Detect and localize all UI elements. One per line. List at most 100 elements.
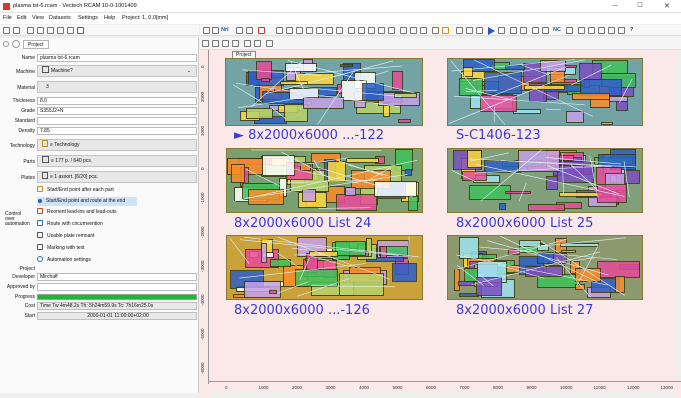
export-nc-icon[interactable] <box>566 27 573 34</box>
paste-icon[interactable] <box>246 27 253 34</box>
parts-button[interactable]: ≡ 177 p. / 640 pcs. <box>37 155 197 167</box>
layers-icon[interactable] <box>388 27 395 34</box>
plate-1-label: ► 8x2000x6000 ...-122 <box>234 128 384 143</box>
standard-field[interactable] <box>37 117 197 125</box>
machine-icon[interactable] <box>542 27 549 34</box>
option-start-end-route-end[interactable]: Start/End point and route at the end <box>37 197 137 206</box>
save-icon[interactable] <box>27 27 34 34</box>
plate-3[interactable] <box>226 148 423 213</box>
undo-icon[interactable] <box>203 27 210 34</box>
zoom-fit-icon[interactable] <box>316 27 323 34</box>
toolbar-nc-label[interactable]: NC <box>553 27 561 33</box>
open-file-icon[interactable] <box>13 27 20 34</box>
technology-button[interactable]: ≡ Technology <box>37 139 197 151</box>
maximize-button[interactable]: ☐ <box>630 1 650 12</box>
mirror-icon[interactable] <box>358 27 365 34</box>
option-usable-remnant[interactable]: Usable plate remnant <box>37 232 95 241</box>
import-icon[interactable] <box>47 27 54 34</box>
toolbar-help-label[interactable]: ? <box>630 27 633 33</box>
plates-icon[interactable] <box>400 27 407 34</box>
palette-icon[interactable] <box>608 27 615 34</box>
zoom-in-icon[interactable] <box>296 27 303 34</box>
align-icon[interactable] <box>348 27 355 34</box>
density-field[interactable]: 7.85 <box>37 127 197 135</box>
copy-icon[interactable] <box>236 27 243 34</box>
plate-2[interactable] <box>447 58 643 126</box>
plate-1[interactable] <box>225 58 423 126</box>
menu-edit[interactable]: Edit <box>17 15 26 21</box>
circle-icon[interactable] <box>12 40 20 48</box>
approved-field[interactable] <box>37 283 197 291</box>
option-reorient-leads[interactable]: Reorient lead-ins and lead-outs <box>37 208 117 217</box>
skip-icon[interactable] <box>498 27 505 34</box>
developer-field[interactable]: Mirchaff <box>37 273 197 281</box>
option-marking-text[interactable]: Marking with text <box>37 244 85 253</box>
horizontal-scrollbar[interactable] <box>209 392 675 398</box>
new-file-icon[interactable] <box>3 27 10 34</box>
nest-icon[interactable] <box>368 27 375 34</box>
redo-icon[interactable] <box>212 27 219 34</box>
print-icon[interactable] <box>37 27 44 34</box>
plate-6[interactable] <box>447 235 643 300</box>
view-mode-icon[interactable] <box>202 40 209 47</box>
material-label: Material <box>17 85 35 91</box>
grade-field[interactable]: S355J2+N <box>37 107 197 115</box>
play-icon[interactable] <box>488 27 495 35</box>
delete-icon[interactable] <box>258 27 265 34</box>
name-field[interactable]: plasma tst-6.rcam <box>37 54 197 62</box>
measure-distance-icon[interactable] <box>520 27 527 34</box>
export-icon[interactable] <box>57 27 64 34</box>
stats-icon[interactable] <box>598 27 605 34</box>
menu-settings[interactable]: Settings <box>78 15 98 21</box>
simulate-icon[interactable] <box>510 27 517 34</box>
camera-icon[interactable] <box>266 40 273 47</box>
close-button[interactable]: ✕ <box>657 1 677 12</box>
option-label: Usable plate remnant <box>47 233 95 239</box>
check-icon[interactable] <box>3 41 9 47</box>
menu-help[interactable]: Help <box>104 15 115 21</box>
menu-datasets[interactable]: Datasets <box>49 15 71 21</box>
thickness-field[interactable]: 8.0 <box>37 97 197 105</box>
rotate-icon[interactable] <box>336 27 343 34</box>
menu-file[interactable]: File <box>3 15 12 21</box>
parts-value: ≡ 177 p. / 640 pcs. <box>51 158 93 164</box>
project-tab[interactable]: Project <box>23 40 49 49</box>
settings-icon[interactable] <box>432 27 439 34</box>
option-automation-settings[interactable]: Automation settings <box>37 256 91 265</box>
refresh-icon[interactable] <box>67 27 74 34</box>
pan-icon[interactable] <box>286 27 293 34</box>
vertical-scrollbar[interactable] <box>675 50 681 381</box>
postprocess-icon[interactable] <box>532 27 539 34</box>
grade-label: Grade <box>21 108 35 114</box>
toolbar-nrl-label[interactable]: Nrl <box>221 27 229 33</box>
plate-4[interactable] <box>447 148 643 213</box>
minimize-button[interactable]: ─ <box>605 1 625 12</box>
technology-icon[interactable] <box>442 27 449 34</box>
machine-select[interactable]: Machine? ⌄ <box>37 65 197 77</box>
ortho-icon[interactable] <box>232 40 239 47</box>
grid-icon[interactable] <box>212 40 219 47</box>
chart-icon[interactable] <box>618 27 625 34</box>
sheet-icon[interactable] <box>420 27 427 34</box>
plate-5[interactable] <box>226 235 423 300</box>
move-icon[interactable] <box>326 27 333 34</box>
snap-icon[interactable] <box>222 40 229 47</box>
material-select[interactable]: 3 <box>37 81 197 93</box>
parts-icon[interactable] <box>410 27 417 34</box>
ruler-icon[interactable] <box>244 40 251 47</box>
option-route-circumvention[interactable]: Route with circumvention <box>37 220 103 229</box>
menu-view[interactable]: View <box>32 15 44 21</box>
plates-button[interactable]: ≡ 1 assort. [6/20] pcs. <box>37 171 197 183</box>
help-icon[interactable] <box>77 27 84 34</box>
measure-icon[interactable] <box>378 27 385 34</box>
select-icon[interactable] <box>276 27 283 34</box>
option-start-end-after-part[interactable]: Start/End point after each part <box>37 186 114 195</box>
route-icon[interactable] <box>476 27 483 34</box>
lead-in-icon[interactable] <box>466 27 473 34</box>
report-list-icon[interactable] <box>588 27 595 34</box>
sheet-view-icon[interactable] <box>254 40 261 47</box>
report-icon[interactable] <box>578 27 585 34</box>
zoom-out-icon[interactable] <box>306 27 313 34</box>
document-icon[interactable] <box>456 27 463 34</box>
project-section-label: Project <box>19 266 35 272</box>
